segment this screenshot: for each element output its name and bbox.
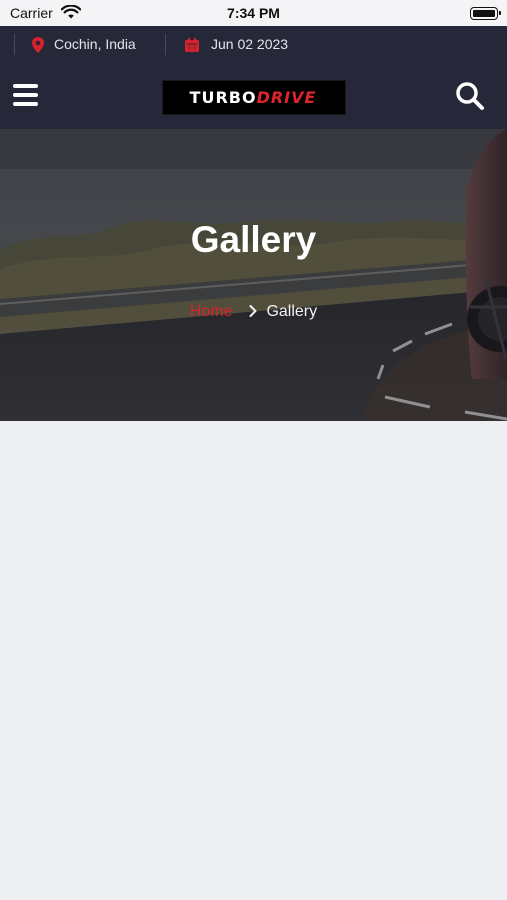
svg-text:TURBODRIVE: TURBODRIVE bbox=[190, 88, 317, 107]
chevron-right-icon bbox=[249, 305, 257, 317]
info-bar: Cochin, India Jun 02 2023 bbox=[0, 26, 507, 63]
turbodrive-logo: TURBODRIVE bbox=[190, 88, 317, 107]
date-text: Jun 02 2023 bbox=[211, 36, 289, 52]
calendar-icon bbox=[185, 38, 199, 52]
location-text: Cochin, India bbox=[54, 36, 136, 52]
divider bbox=[14, 34, 15, 55]
hamburger-menu-icon[interactable] bbox=[13, 84, 38, 106]
breadcrumb-home-link[interactable]: Home bbox=[190, 303, 233, 320]
gallery-content-area bbox=[0, 421, 507, 900]
header: TURBODRIVE bbox=[0, 63, 507, 129]
page-title: Gallery bbox=[190, 219, 317, 260]
search-icon bbox=[456, 82, 484, 110]
search-button[interactable] bbox=[455, 81, 485, 115]
divider bbox=[165, 34, 166, 55]
logo[interactable]: TURBODRIVE bbox=[162, 80, 346, 115]
status-bar: Carrier 7:34 PM bbox=[0, 0, 507, 26]
breadcrumb-current: Gallery bbox=[266, 303, 318, 320]
hero-banner: Gallery Home Gallery bbox=[0, 129, 507, 421]
battery-icon bbox=[470, 7, 501, 20]
breadcrumb: Home Gallery bbox=[0, 303, 507, 321]
location-pin-icon bbox=[32, 37, 44, 53]
hero-overlay bbox=[0, 129, 507, 421]
clock: 7:34 PM bbox=[227, 5, 280, 21]
